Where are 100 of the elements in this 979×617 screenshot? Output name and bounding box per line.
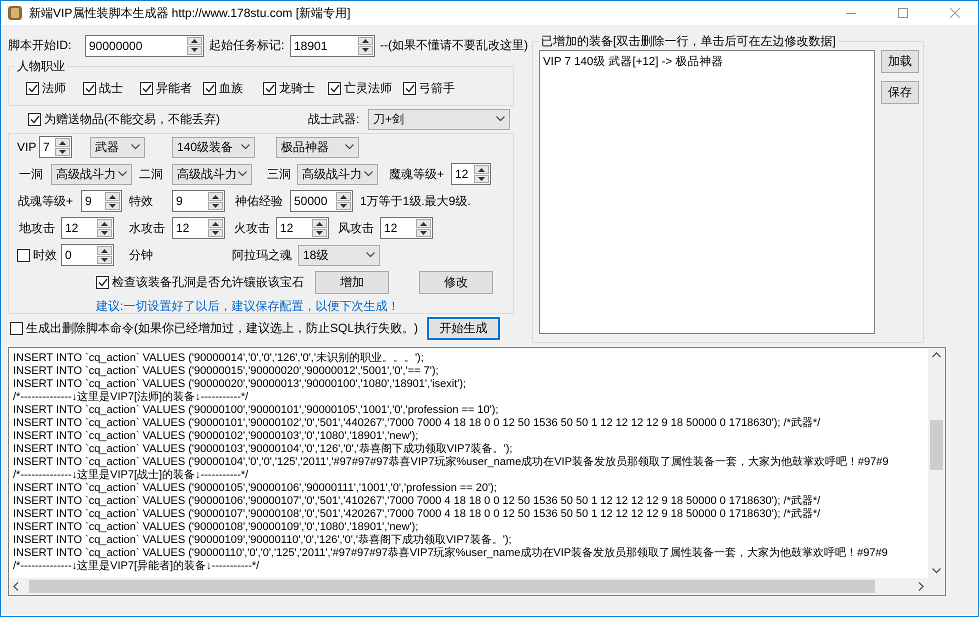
checkbox[interactable]: 时效	[17, 246, 57, 264]
field-label: 战魂等级+	[18, 192, 74, 210]
field-label: 阿拉玛之魂	[232, 246, 292, 264]
chevron-down-icon	[131, 144, 140, 150]
check-icon	[264, 84, 274, 93]
equipment-list[interactable]: VIP 7 140级 武器[+12] -> 极品神器	[539, 50, 875, 334]
spin-down-button[interactable]	[97, 256, 112, 264]
chevron-down-icon	[496, 116, 505, 122]
spin-up-button[interactable]	[97, 219, 112, 228]
checkbox[interactable]: 弓箭手	[403, 80, 455, 97]
checkbox[interactable]: 检查该装备孔洞是否允许镶嵌该宝石	[96, 274, 304, 291]
chevron-down-icon	[366, 252, 375, 258]
chevron-right-icon	[918, 582, 924, 591]
down-arrow-icon	[109, 204, 116, 208]
spin-up-button[interactable]	[97, 246, 112, 255]
dropdown[interactable]: 140级装备	[172, 136, 255, 158]
dropdown[interactable]: 高级战斗力	[51, 164, 132, 185]
spin-down-button[interactable]	[55, 148, 70, 156]
down-arrow-icon	[212, 204, 219, 208]
generate-button[interactable]: 开始生成	[427, 316, 500, 340]
field-label: 战士武器:	[308, 110, 360, 128]
spin-down-button[interactable]	[336, 202, 351, 210]
spin-down-button[interactable]	[312, 228, 327, 238]
number-field[interactable]: 50000	[290, 190, 353, 212]
scroll-thumb[interactable]	[930, 420, 943, 470]
chevron-up-icon	[932, 352, 941, 358]
field-label: 火攻击	[234, 220, 270, 237]
spin-up-button[interactable]	[55, 138, 70, 147]
script-line: /*--------------↓这里是VIP7[法师]的装备↓-----------*/	[13, 391, 250, 404]
number-field[interactable]: 12	[380, 217, 433, 240]
spin-up-button[interactable]	[208, 192, 223, 201]
number-field[interactable]: 12	[451, 163, 491, 186]
dropdown[interactable]: 极品神器	[276, 136, 359, 158]
down-arrow-icon	[191, 48, 198, 52]
up-arrow-icon	[340, 194, 347, 199]
field-label: 地攻击	[19, 220, 55, 237]
checkbox[interactable]: 生成出删除脚本命令(如果你已经增加过，建议选上，防止SQL执行失败。)	[10, 320, 418, 337]
chevron-down-icon	[345, 144, 354, 150]
spin-up-button[interactable]	[358, 36, 373, 46]
number-field[interactable]: 18901	[290, 34, 375, 57]
spin-down-button[interactable]	[105, 202, 120, 210]
checkbox[interactable]: 战士	[83, 80, 123, 97]
field-label: 水攻击	[129, 220, 165, 237]
spin-down-button[interactable]	[416, 228, 431, 238]
spin-down-button[interactable]	[97, 228, 112, 238]
spin-up-button[interactable]	[187, 36, 202, 46]
field-label: 特效	[129, 192, 153, 210]
side-button[interactable]: 保存	[881, 81, 919, 104]
up-arrow-icon	[420, 222, 427, 226]
number-field[interactable]: 12	[61, 217, 114, 240]
dropdown[interactable]: 18级	[298, 244, 380, 266]
script-line: INSERT INTO `cq_action` VALUES ('90000107','90000108','0','501','420267','7000 7000 4 18 18 0 0 12 50 1536 50 50 1 12 12 12 12 9 18 50000 0 1718630'); /*武器*/	[13, 508, 822, 521]
check-icon	[84, 84, 94, 93]
checkbox[interactable]: 为赠送物品(不能交易，不能丢弃)	[28, 110, 220, 128]
number-field[interactable]: 7	[39, 136, 72, 158]
spin-down-button[interactable]	[358, 46, 373, 55]
spin-down-button[interactable]	[187, 46, 202, 55]
script-line: INSERT INTO `cq_action` VALUES ('90000020','90000013','90000100','1080','18901','isexit');	[13, 378, 468, 390]
number-field[interactable]: 0	[61, 244, 114, 266]
up-arrow-icon	[101, 248, 108, 253]
spin-up-button[interactable]	[416, 219, 431, 228]
action-button[interactable]: 修改	[419, 270, 493, 294]
chevron-down-icon	[932, 568, 941, 574]
spin-up-button[interactable]	[474, 165, 489, 174]
hint-text: 建议:一切设置好了以后，建议保存配置，以便下次生成！	[96, 298, 400, 316]
spin-down-button[interactable]	[474, 174, 489, 184]
number-field[interactable]: 9	[81, 190, 122, 212]
spin-up-button[interactable]	[208, 219, 223, 228]
dropdown[interactable]: 刀+剑	[368, 108, 510, 130]
minimize-icon	[846, 12, 856, 14]
dropdown[interactable]: 高级战斗力	[172, 164, 252, 185]
spin-up-button[interactable]	[105, 192, 120, 201]
spin-up-button[interactable]	[312, 219, 327, 228]
dropdown[interactable]: 高级战斗力	[297, 164, 378, 185]
spin-down-button[interactable]	[208, 228, 223, 238]
side-button[interactable]: 加载	[881, 50, 919, 73]
field-label: 风攻击	[338, 220, 374, 237]
check-icon	[204, 84, 214, 93]
spin-up-button[interactable]	[336, 192, 351, 201]
number-field[interactable]: 12	[276, 217, 329, 240]
spin-down-button[interactable]	[208, 202, 223, 210]
down-arrow-icon	[212, 231, 219, 236]
down-arrow-icon	[316, 231, 323, 236]
up-arrow-icon	[316, 222, 323, 226]
checkbox[interactable]: 血族	[203, 80, 243, 97]
script-line: INSERT INTO `cq_action` VALUES ('90000015','90000020','90000012','5001','0','== 7');	[13, 365, 440, 378]
script-line: INSERT INTO `cq_action` VALUES ('90000103','90000104','0','126','0','恭喜阁下成功领取VIP7装备。');	[13, 443, 514, 456]
scroll-thumb[interactable]	[29, 580, 875, 593]
dropdown[interactable]: 武器	[90, 136, 145, 158]
checkbox[interactable]: 法师	[26, 80, 66, 97]
action-button[interactable]: 增加	[315, 270, 389, 294]
up-arrow-icon	[191, 38, 198, 43]
checkbox[interactable]: 异能者	[140, 80, 192, 97]
number-field[interactable]: 12	[172, 217, 225, 240]
list-item[interactable]: VIP 7 140级 武器[+12] -> 极品神器	[543, 54, 871, 69]
script-output[interactable]	[8, 347, 946, 596]
number-field[interactable]: 9	[172, 190, 225, 212]
number-field[interactable]: 90000000	[85, 34, 204, 57]
checkbox[interactable]: 亡灵法师	[328, 80, 392, 97]
checkbox[interactable]: 龙骑士	[263, 80, 315, 97]
